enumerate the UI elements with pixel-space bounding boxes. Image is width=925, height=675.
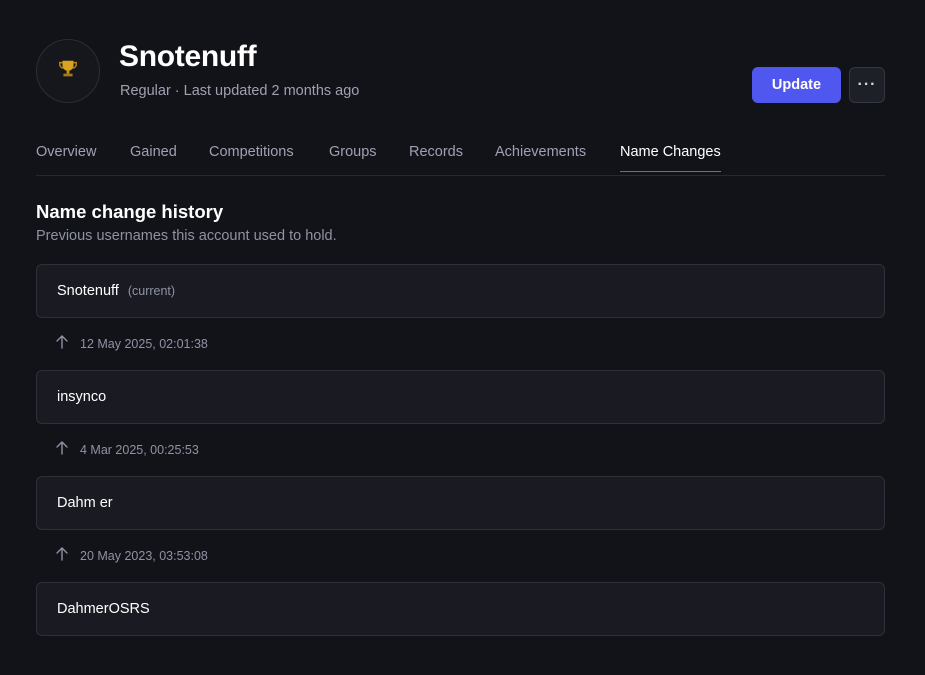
name-change-row: 12 May 2025, 02:01:38 bbox=[54, 334, 208, 354]
tab-bar: Overview Gained Competitions Groups Reco… bbox=[36, 134, 885, 176]
name-card: DahmerOSRS bbox=[36, 582, 885, 636]
name-card: insynco bbox=[36, 370, 885, 424]
username: insynco bbox=[57, 389, 107, 405]
name-change-row: 20 May 2023, 03:53:08 bbox=[54, 546, 208, 566]
tab-achievements[interactable]: Achievements bbox=[495, 144, 586, 171]
username: Dahm er bbox=[57, 495, 113, 511]
account-type: Regular bbox=[120, 83, 171, 99]
player-name: Snotenuff bbox=[119, 40, 257, 73]
name-card: Dahm er bbox=[36, 476, 885, 530]
tab-groups[interactable]: Groups bbox=[329, 144, 377, 171]
player-avatar bbox=[36, 39, 100, 103]
change-date: 4 Mar 2025, 00:25:53 bbox=[80, 443, 199, 457]
trophy-icon bbox=[57, 58, 79, 85]
player-page: Snotenuff Regular · Last updated 2 month… bbox=[0, 0, 925, 675]
more-options-icon: ··· bbox=[857, 76, 877, 93]
subtitle-separator: · bbox=[174, 83, 180, 99]
section-description: Previous usernames this account used to … bbox=[36, 228, 337, 244]
update-button[interactable]: Update bbox=[752, 67, 841, 103]
arrow-up-icon bbox=[54, 334, 70, 355]
current-badge: (current) bbox=[127, 284, 176, 298]
username: Snotenuff bbox=[57, 283, 119, 299]
name-card-current: Snotenuff (current) bbox=[36, 264, 885, 318]
arrow-up-icon bbox=[54, 440, 70, 461]
last-updated: Last updated 2 months ago bbox=[183, 83, 360, 99]
section-title: Name change history bbox=[36, 201, 224, 222]
tab-overview[interactable]: Overview bbox=[36, 144, 96, 171]
tab-name-changes[interactable]: Name Changes bbox=[620, 144, 721, 172]
player-subtitle: Regular · Last updated 2 months ago bbox=[120, 83, 359, 99]
tab-records[interactable]: Records bbox=[409, 144, 463, 171]
name-change-row: 4 Mar 2025, 00:25:53 bbox=[54, 440, 199, 460]
username: DahmerOSRS bbox=[57, 601, 150, 617]
more-options-button[interactable]: ··· bbox=[849, 67, 885, 103]
tab-gained[interactable]: Gained bbox=[130, 144, 177, 171]
change-date: 12 May 2025, 02:01:38 bbox=[80, 337, 208, 351]
tab-competitions[interactable]: Competitions bbox=[209, 144, 294, 171]
change-date: 20 May 2023, 03:53:08 bbox=[80, 549, 208, 563]
arrow-up-icon bbox=[54, 546, 70, 567]
